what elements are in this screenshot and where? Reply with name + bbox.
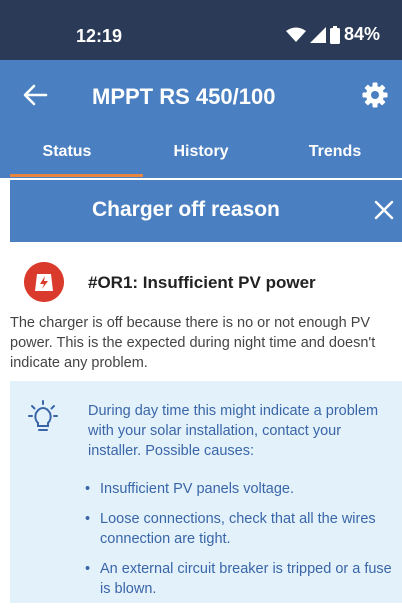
lightbulb-icon xyxy=(28,400,58,431)
battery-icon xyxy=(329,25,340,44)
reason-header: Charger off reason xyxy=(10,180,402,242)
reason-title: Charger off reason xyxy=(92,198,280,221)
causes-list: Insufficient PV panels voltage. Loose co… xyxy=(80,479,400,609)
tab-trends[interactable]: Trends xyxy=(268,138,402,178)
info-panel: During day time this might indicate a pr… xyxy=(10,381,402,603)
arrow-left-icon[interactable] xyxy=(20,80,50,110)
status-time: 12:19 xyxy=(76,26,123,46)
status-icons: 84% xyxy=(285,24,380,45)
solar-error-icon xyxy=(24,262,64,302)
active-tab-indicator xyxy=(10,174,143,177)
status-bar: 12:19 84% xyxy=(0,0,402,60)
list-item: Loose connections, check that all the wi… xyxy=(80,509,400,549)
close-icon[interactable] xyxy=(374,200,394,220)
error-title: #OR1: Insufficient PV power xyxy=(88,273,316,292)
gear-icon[interactable] xyxy=(362,82,388,108)
info-text: During day time this might indicate a pr… xyxy=(88,403,379,459)
tab-bar: Status History Trends xyxy=(0,138,402,178)
list-item: An external circuit breaker is tripped o… xyxy=(80,559,400,599)
tab-status[interactable]: Status xyxy=(0,138,134,178)
signal-icon xyxy=(309,26,326,43)
error-description: The charger is off because there is no o… xyxy=(10,315,376,371)
tab-history[interactable]: History xyxy=(134,138,268,178)
page-title: MPPT RS 450/100 xyxy=(92,84,276,109)
app-bar: MPPT RS 450/100 Status History Trends xyxy=(0,60,402,178)
wifi-icon xyxy=(285,27,306,42)
list-item: Insufficient PV panels voltage. xyxy=(80,479,400,499)
battery-percent: 84% xyxy=(343,24,380,44)
